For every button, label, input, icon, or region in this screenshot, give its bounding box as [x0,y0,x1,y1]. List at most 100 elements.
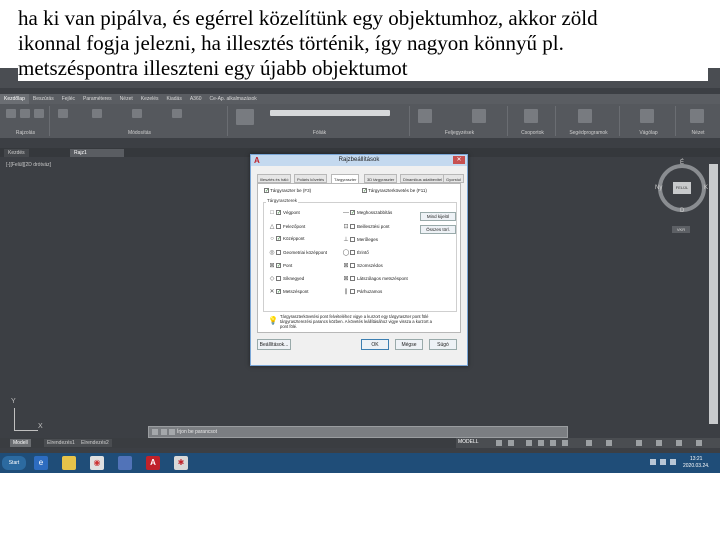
layer-properties-icon[interactable] [236,109,254,125]
wcs-menu[interactable]: VKR [672,226,690,233]
snap-mode-checkbox[interactable]: ✓ [350,210,355,216]
snap-mode-row[interactable]: ⊠ Szomszédos [342,262,382,270]
ribbon-tab-home[interactable]: Kezdőlap [0,94,29,104]
snap-mode-checkbox[interactable]: ✓ [276,263,281,269]
start-button[interactable]: Start [2,456,26,470]
layout-tab-layout2[interactable]: Elrendezés2 [78,439,112,447]
snap-mode-row[interactable]: ◇ Síknegyed [268,275,305,283]
clear-all-button[interactable]: Összes törl. [420,225,456,234]
move-tool-icon[interactable] [58,109,68,118]
snap-mode-row[interactable]: ⊠ ✓ Pont [268,262,292,270]
autocad-taskbar-icon[interactable]: A [146,456,160,470]
snap-mode-checkbox[interactable] [276,276,281,282]
navigation-bar[interactable] [709,164,718,424]
ribbon-tab-view[interactable]: Nézet [116,94,137,104]
compass-east[interactable]: K [704,185,708,191]
navcube[interactable]: FELÜL [658,164,706,212]
snap-mode-row[interactable]: ⊥ Merőleges [342,236,378,244]
layout-tab-model[interactable]: Modell [10,439,31,447]
doc-tab-start[interactable]: Kezdés [4,149,29,157]
osnap-icon[interactable] [550,440,556,446]
snap-mode-checkbox[interactable] [350,224,355,230]
command-prompt[interactable]: Írjon be parancsot [177,429,217,435]
snap-mode-checkbox[interactable] [276,250,281,256]
select-all-button[interactable]: Mind kijelöl [420,212,456,221]
tab-3d-object-snap[interactable]: 3D tárgyraszter [364,174,398,183]
line-tool-icon[interactable] [6,109,16,118]
ribbon-tab-manage[interactable]: Kezelés [137,94,163,104]
snap-mode-checkbox[interactable] [350,276,355,282]
polyline-tool-icon[interactable] [20,109,30,118]
group-tool-icon[interactable] [524,109,538,123]
file-explorer-icon[interactable] [62,456,76,470]
rotate-tool-icon[interactable] [92,109,102,118]
snap-icon[interactable] [508,440,514,446]
workspace-gear-icon[interactable] [636,440,642,446]
layer-dropdown[interactable] [270,110,390,116]
lineweight-icon[interactable] [586,440,592,446]
ok-button[interactable]: OK [361,339,389,350]
snap-mode-row[interactable]: ◯ Érintő [342,249,369,257]
options-button[interactable]: Beállítások... [257,339,291,350]
dimension-tool-icon[interactable] [472,109,486,123]
snap-mode-checkbox[interactable] [350,289,355,295]
internet-explorer-icon[interactable]: e [34,456,48,470]
snap-mode-checkbox[interactable]: ✓ [276,236,281,242]
osnap-tracking-option[interactable]: ✓ Tárgyraszterkövetés be (F11) [362,188,427,194]
app-asterisk-icon[interactable]: ✱ [174,456,188,470]
chrome-icon[interactable]: ◉ [90,456,104,470]
snap-mode-row[interactable]: ◎ Geometriai középpont [268,249,327,257]
snap-mode-checkbox[interactable]: ✓ [276,289,281,295]
annotation-scale-icon[interactable] [606,440,612,446]
snap-mode-checkbox[interactable]: ✓ [276,210,281,216]
command-line[interactable]: Írjon be parancsot [148,426,568,438]
wrench-icon[interactable] [161,429,167,435]
close-icon[interactable] [152,429,158,435]
otrack-icon[interactable] [562,440,568,446]
osnap-on-option[interactable]: ✓ Tárgyraszter be (F3) [264,188,311,194]
snap-mode-row[interactable]: △ Felezőpont [268,223,306,231]
layout-tab-layout1[interactable]: Elrendezés1 [44,439,78,447]
tab-object-snap[interactable]: Tárgyraszter [331,174,360,183]
tray-network-icon[interactable] [660,459,666,465]
snap-mode-row[interactable]: ⊡ Beillesztési pont [342,223,389,231]
doc-tab-drawing1[interactable]: Rajz1 [70,149,124,157]
circle-tool-icon[interactable] [34,109,44,118]
viewport-controls[interactable]: [-][Felül][2D drótváz] [6,162,51,168]
dialog-titlebar[interactable]: A Rajzbeállítások ✕ [251,155,467,166]
tab-snap-grid[interactable]: Illesztés és háló [257,174,292,183]
snap-mode-checkbox[interactable] [350,237,355,243]
ortho-icon[interactable] [526,440,532,446]
view-tool-icon[interactable] [690,109,704,123]
trim-tool-icon[interactable] [132,109,142,118]
tray-clock[interactable]: 13:21 2020.03.24. [683,456,709,470]
tray-flag-icon[interactable] [650,459,656,465]
ribbon-tab-parametric[interactable]: Paraméteres [79,94,116,104]
snap-mode-checkbox[interactable] [276,224,281,230]
snap-mode-row[interactable]: ⊠ Látszólagos metszéspont [342,275,407,283]
snap-mode-checkbox[interactable] [350,263,355,269]
measure-tool-icon[interactable] [578,109,592,123]
ribbon-tab-a360[interactable]: A360 [186,94,206,104]
model-space-toggle[interactable]: MODELL [458,439,479,445]
help-button[interactable]: Súgó [429,339,457,350]
paste-tool-icon[interactable] [640,109,654,123]
tab-polar-tracking[interactable]: Poláris követés [294,174,328,183]
snap-mode-checkbox[interactable] [350,250,355,256]
compass-west[interactable]: Ny [655,185,662,191]
cancel-button[interactable]: Mégse [395,339,423,350]
ribbon-tab-output[interactable]: Kiadás [163,94,186,104]
copy-tool-icon[interactable] [172,109,182,118]
compass-north[interactable]: É [680,160,684,166]
chevron-up-icon[interactable] [169,429,175,435]
save-disk-icon[interactable] [118,456,132,470]
osnap-tracking-checkbox[interactable]: ✓ [362,188,367,194]
osnap-on-checkbox[interactable]: ✓ [264,188,269,194]
text-tool-icon[interactable] [418,109,432,123]
snap-mode-row[interactable]: ○ ✓ Középpont [268,236,304,244]
navcube-top-face[interactable]: FELÜL [673,182,691,194]
isolate-icon[interactable] [656,440,662,446]
snap-mode-row[interactable]: ∥ Párhuzamos [342,288,383,296]
tab-quick-properties[interactable]: Gyorstul [443,174,464,183]
snap-mode-row[interactable]: — ✓ Meghosszabbítás [342,210,392,218]
